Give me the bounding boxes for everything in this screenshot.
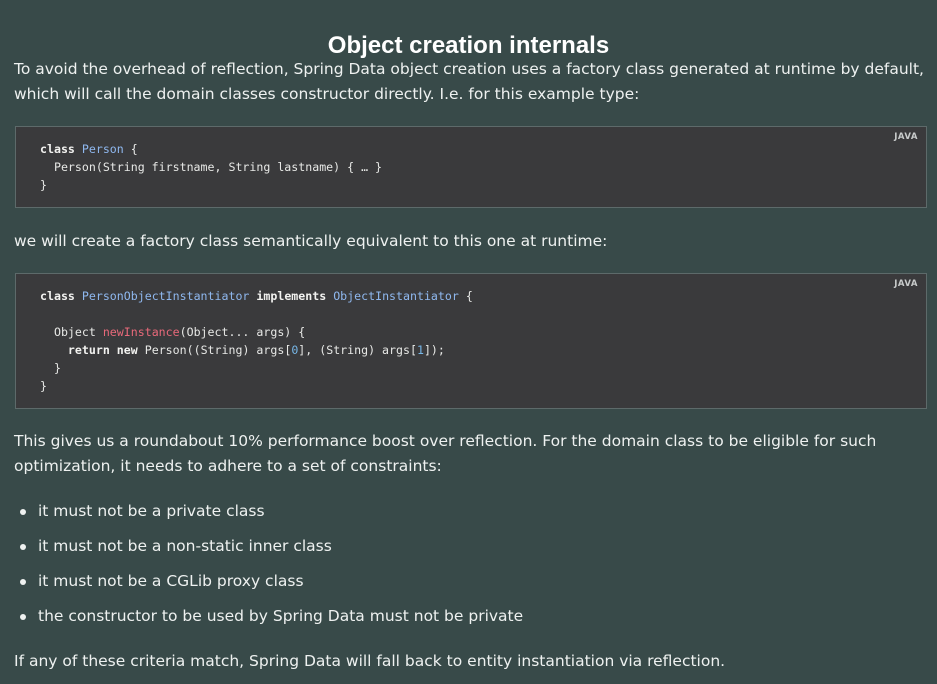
code-line: } — [40, 379, 47, 393]
code-listing: class PersonObjectInstantiator implement… — [40, 287, 473, 395]
bullet-icon — [20, 579, 26, 585]
list-item-text: it must not be a non-static inner class — [38, 537, 332, 555]
list-item: the constructor to be used by Spring Dat… — [14, 604, 523, 639]
code-line: return new Person((String) args[0], (Str… — [67, 343, 445, 357]
code-language-label: JAVA — [894, 279, 918, 289]
code-line: class Person { — [40, 142, 138, 156]
code-line: } — [40, 178, 47, 192]
fallback-paragraph: If any of these criteria match, Spring D… — [14, 652, 726, 670]
bullet-icon — [20, 509, 26, 515]
bullet-icon — [20, 544, 26, 550]
list-item: it must not be a private class — [14, 499, 523, 534]
constraints-list: it must not be a private class it must n… — [14, 499, 523, 639]
code-line: class PersonObjectInstantiator implement… — [40, 289, 473, 303]
bullet-icon — [20, 614, 26, 620]
code-line: Object newInstance(Object... args) { — [40, 325, 306, 339]
code-line: } — [40, 361, 61, 375]
code-line: Person(String firstname, String lastname… — [40, 160, 383, 174]
code-block-person: JAVA class Person { Person(String firstn… — [15, 126, 927, 208]
boost-paragraph: This gives us a roundabout 10% performan… — [14, 432, 877, 475]
intro-paragraph: To avoid the overhead of reflection, Spr… — [14, 60, 924, 103]
list-item: it must not be a CGLib proxy class — [14, 569, 523, 604]
list-item: it must not be a non-static inner class — [14, 534, 523, 569]
list-item-text: the constructor to be used by Spring Dat… — [38, 607, 524, 625]
code-listing: class Person { Person(String firstname, … — [40, 140, 382, 194]
list-item-text: it must not be a CGLib proxy class — [38, 572, 304, 590]
list-item-text: it must not be a private class — [38, 502, 265, 520]
code-block-instantiator: JAVA class PersonObjectInstantiator impl… — [15, 273, 927, 409]
code-language-label: JAVA — [894, 132, 918, 142]
factory-paragraph: we will create a factory class semantica… — [14, 232, 608, 250]
